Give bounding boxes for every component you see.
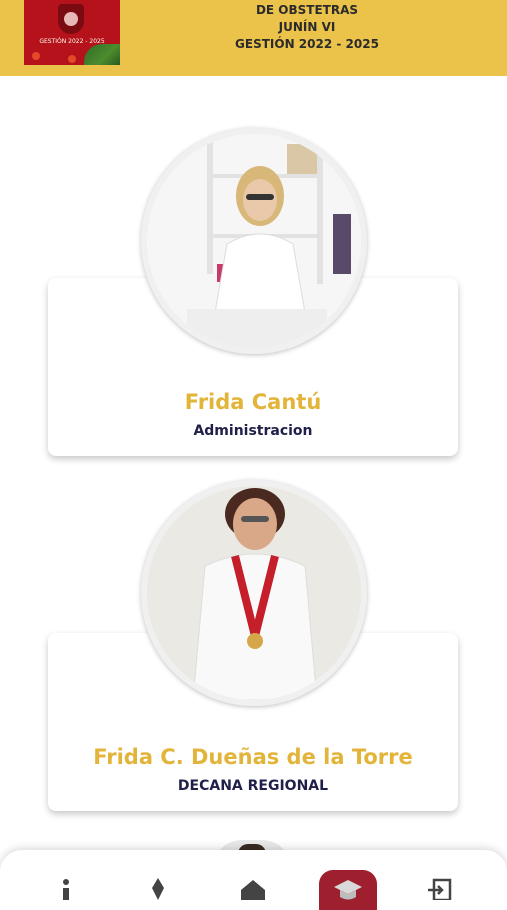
nav-academic-active[interactable] bbox=[319, 870, 377, 910]
header-title: DE OBSTETRAS JUNÍN VI GESTIÓN 2022 - 202… bbox=[200, 2, 414, 53]
bottom-nav bbox=[0, 850, 507, 910]
app-header: GESTIÓN 2022 - 2025 DE OBSTETRAS JUNÍN V… bbox=[0, 0, 507, 76]
header-title-line1: DE OBSTETRAS bbox=[255, 3, 359, 17]
member-photo-illustration bbox=[147, 134, 361, 348]
info-icon bbox=[63, 879, 69, 900]
member-photo bbox=[141, 128, 367, 354]
home-icon bbox=[241, 880, 265, 900]
nav-logout[interactable] bbox=[421, 870, 461, 900]
nav-drop[interactable] bbox=[138, 870, 178, 900]
drop-icon bbox=[152, 878, 164, 900]
ornament-icon bbox=[32, 52, 40, 60]
pine-branch-icon bbox=[84, 44, 120, 65]
member-name: Frida Cantú bbox=[184, 390, 322, 414]
college-logo: GESTIÓN 2022 - 2025 bbox=[24, 0, 120, 65]
nav-home[interactable] bbox=[233, 870, 273, 900]
member-photo bbox=[141, 480, 367, 706]
header-title-line2: JUNÍN VI bbox=[278, 20, 336, 34]
member-role: DECANA REGIONAL bbox=[177, 778, 329, 794]
logout-icon bbox=[428, 878, 452, 900]
ornament-icon bbox=[68, 55, 76, 63]
nav-info[interactable] bbox=[46, 870, 86, 900]
member-name: Frida C. Dueñas de la Torre bbox=[93, 745, 413, 769]
member-photo-illustration bbox=[147, 486, 361, 700]
header-title-line3: GESTIÓN 2022 - 2025 bbox=[235, 37, 379, 51]
crest-icon bbox=[58, 4, 84, 34]
member-role: Administracion bbox=[193, 423, 313, 439]
graduation-cap-icon bbox=[334, 880, 362, 900]
